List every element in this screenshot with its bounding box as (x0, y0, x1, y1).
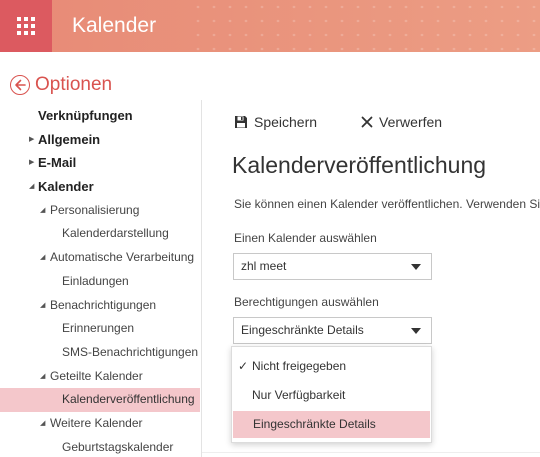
option-label: Nur Verfügbarkeit (252, 388, 346, 402)
dropdown-caret-icon (411, 264, 421, 270)
bottom-divider (202, 452, 540, 453)
calendar-select[interactable]: zhl meet (233, 253, 432, 280)
page-description: Sie können einen Kalender veröffentliche… (234, 197, 540, 211)
app-launcher-button[interactable] (0, 0, 52, 52)
nav-item-kalenderveroeffentlichung[interactable]: Kalenderveröffentlichung (0, 388, 200, 412)
page-title: Kalenderveröffentlichung (232, 152, 487, 178)
dropdown-option-nicht-freigegeben[interactable]: ✓ Nicht freigegeben (232, 353, 431, 380)
expand-triangle-icon: ▶ (29, 135, 35, 143)
nav-item-label: E-Mail (38, 155, 77, 171)
nav-item-einladungen[interactable]: Einladungen (0, 270, 200, 294)
nav-item-allgemein[interactable]: ▶ Allgemein (0, 128, 200, 152)
permission-select[interactable]: Eingeschränkte Details (233, 317, 432, 344)
collapse-triangle-icon: ◢ (40, 419, 46, 427)
toolbar: Speichern Verwerfen (234, 114, 442, 130)
nav-item-sms[interactable]: SMS-Benachrichtigungen (0, 341, 200, 365)
nav-item-label: Allgemein (38, 131, 101, 147)
nav-item-label: Weitere Kalender (50, 415, 143, 430)
options-nav: Verknüpfungen ▶ Allgemein ▶ E-Mail ◢ Kal… (0, 104, 200, 457)
app-title: Kalender (72, 14, 157, 37)
collapse-triangle-icon: ◢ (40, 301, 46, 309)
expand-triangle-icon: ▶ (29, 159, 35, 167)
collapse-triangle-icon: ◢ (40, 254, 46, 262)
checkmark-icon: ✓ (238, 359, 249, 373)
nav-item-personalisierung[interactable]: ◢ Personalisierung (0, 199, 200, 223)
waffle-icon (17, 17, 35, 35)
nav-item-kalender[interactable]: ◢ Kalender (0, 175, 200, 199)
nav-item-weitere-kalender[interactable]: ◢ Weitere Kalender (0, 412, 200, 436)
nav-item-label: Geteilte Kalender (50, 368, 143, 383)
option-label: Eingeschränkte Details (253, 417, 376, 431)
dropdown-caret-icon (411, 328, 421, 334)
nav-item-geteilte-kalender[interactable]: ◢ Geteilte Kalender (0, 365, 200, 389)
nav-item-email[interactable]: ▶ E-Mail (0, 151, 200, 175)
discard-button[interactable]: Verwerfen (361, 114, 442, 130)
nav-item-label: Benachrichtigungen (50, 297, 157, 312)
nav-divider (201, 100, 202, 457)
discard-label: Verwerfen (379, 114, 443, 130)
dropdown-option-nur-verfuegbarkeit[interactable]: Nur Verfügbarkeit (232, 382, 431, 409)
header-pattern (190, 0, 540, 52)
collapse-triangle-icon: ◢ (29, 183, 35, 191)
save-button[interactable]: Speichern (234, 114, 317, 130)
permission-select-label: Berechtigungen auswählen (234, 295, 379, 309)
close-icon (361, 116, 373, 128)
nav-item-benachrichtigungen[interactable]: ◢ Benachrichtigungen (0, 294, 200, 318)
save-label: Speichern (254, 114, 318, 130)
nav-item-label: Automatische Verarbeitung (50, 250, 195, 265)
nav-item-automatische-verarbeitung[interactable]: ◢ Automatische Verarbeitung (0, 246, 200, 270)
nav-item-label: Personalisierung (50, 202, 140, 217)
options-label: Optionen (35, 74, 113, 95)
nav-item-geburtstagskalender[interactable]: Geburtstagskalender (0, 436, 200, 457)
nav-item-label: Kalender (38, 179, 94, 195)
option-label: Nicht freigegeben (252, 359, 347, 373)
back-arrow-icon (10, 75, 30, 95)
dropdown-option-eingeschraenkte-details[interactable]: Eingeschränkte Details (233, 411, 430, 438)
nav-item-erinnerungen[interactable]: Erinnerungen (0, 317, 200, 341)
permission-dropdown-list: ✓ Nicht freigegeben Nur Verfügbarkeit Ei… (231, 346, 432, 443)
nav-item-kalenderdarstellung[interactable]: Kalenderdarstellung (0, 222, 200, 246)
nav-item-shortcuts[interactable]: Verknüpfungen (0, 104, 200, 128)
save-icon (234, 115, 248, 129)
permission-select-value: Eingeschränkte Details (241, 323, 364, 337)
collapse-triangle-icon: ◢ (40, 206, 46, 214)
calendar-select-label: Einen Kalender auswählen (234, 231, 377, 245)
collapse-triangle-icon: ◢ (40, 372, 46, 380)
options-back-link[interactable]: Optionen (10, 74, 112, 96)
calendar-select-value: zhl meet (241, 259, 287, 273)
